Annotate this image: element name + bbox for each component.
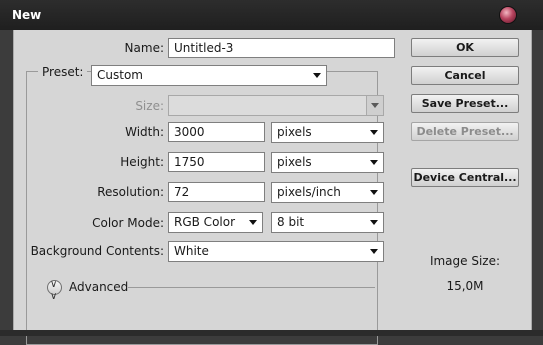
background-contents-value: White [174, 244, 209, 258]
size-select [168, 95, 384, 116]
chevron-down-icon [313, 73, 321, 78]
preset-label-wrap: Preset: [38, 65, 88, 79]
preset-label: Preset: [42, 65, 84, 79]
window-title: New [12, 8, 42, 22]
name-label: Name: [124, 41, 164, 55]
double-chevron-down-icon[interactable]: ∨ ∨ [47, 279, 62, 302]
device-central-button[interactable]: Device Central... [411, 168, 519, 187]
ok-button[interactable]: OK [411, 38, 519, 57]
width-field[interactable]: 3000 [168, 122, 265, 142]
height-unit-value: pixels [277, 155, 312, 169]
size-label: Size: [135, 99, 164, 113]
height-label: Height: [120, 155, 164, 169]
save-preset-button[interactable]: Save Preset... [411, 94, 519, 113]
resolution-field[interactable]: 72 [168, 182, 265, 202]
preset-value: Custom [97, 68, 143, 82]
image-size-label: Image Size: [429, 254, 501, 268]
width-label: Width: [125, 125, 164, 139]
background-contents-label: Background Contents: [30, 244, 164, 258]
background-contents-select[interactable]: White [168, 241, 384, 262]
color-mode-value: RGB Color [174, 215, 236, 229]
bit-depth-value: 8 bit [277, 215, 305, 229]
chevron-down-icon [370, 220, 378, 225]
close-icon[interactable] [500, 7, 516, 23]
preset-select[interactable]: Custom [91, 65, 327, 86]
width-unit-select[interactable]: pixels [271, 122, 384, 143]
chevron-down-icon [249, 220, 257, 225]
cancel-button[interactable]: Cancel [411, 66, 519, 85]
height-unit-select[interactable]: pixels [271, 152, 384, 173]
name-field[interactable]: Untitled-3 [168, 38, 395, 58]
color-mode-select[interactable]: RGB Color [168, 212, 263, 233]
delete-preset-button: Delete Preset... [411, 122, 519, 141]
window-bottom-edge [0, 330, 543, 336]
dialog-body: Name: Untitled-3 Preset: Custom Size: Wi… [13, 30, 532, 345]
color-mode-label: Color Mode: [92, 216, 164, 230]
resolution-label: Resolution: [97, 185, 164, 199]
advanced-divider [128, 287, 375, 288]
width-unit-value: pixels [277, 125, 312, 139]
bit-depth-select[interactable]: 8 bit [271, 212, 384, 233]
title-bar: New [0, 0, 543, 30]
chevron-down-icon [370, 130, 378, 135]
advanced-label[interactable]: Advanced [69, 280, 128, 294]
image-size-value: 15,0M [446, 279, 484, 293]
chevron-down-icon [370, 190, 378, 195]
height-field[interactable]: 1750 [168, 152, 265, 172]
chevron-down-icon [370, 160, 378, 165]
resolution-unit-select[interactable]: pixels/inch [271, 182, 384, 203]
chevron-down-icon [370, 249, 378, 254]
resolution-unit-value: pixels/inch [277, 185, 341, 199]
chevron-down-icon [371, 103, 379, 108]
